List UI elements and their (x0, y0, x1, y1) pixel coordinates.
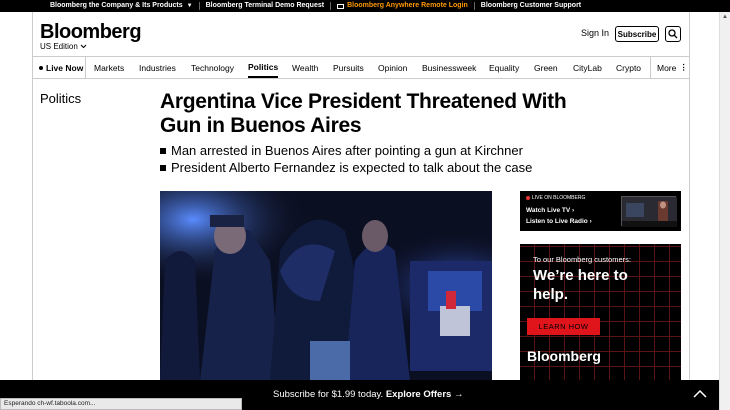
arrow-right-icon: → (453, 389, 464, 400)
bullet-square-icon (160, 164, 166, 171)
nav-item-technology[interactable]: Technology (191, 57, 234, 78)
advertisement-banner[interactable]: To our Bloomberg customers: We’re here t… (520, 244, 681, 381)
scroll-up-icon[interactable]: ▲ (722, 14, 728, 20)
utility-link-company[interactable]: Bloomberg the Company & Its Products ▼ (44, 2, 200, 10)
nav-item-more[interactable]: More ⋮ (657, 57, 688, 78)
summary-bullet: President Alberto Fernandez is expected … (160, 159, 532, 176)
live-on-bloomberg-widget: LIVE ON BLOOMBERG Watch Live TV › Listen… (520, 191, 681, 231)
sign-in-link[interactable]: Sign In (581, 28, 609, 38)
nav-item-citylab[interactable]: CityLab (573, 57, 602, 78)
summary-bullet: Man arrested in Buenos Aires after point… (160, 142, 532, 159)
article-photo (160, 191, 492, 381)
nav-item-pursuits[interactable]: Pursuits (333, 57, 364, 78)
nav-item-industries[interactable]: Industries (139, 57, 176, 78)
summary-bullet-text: Man arrested in Buenos Aires after point… (171, 143, 523, 158)
subscribe-button[interactable]: Subscribe (615, 26, 659, 42)
nav-item-equality[interactable]: Equality (489, 57, 519, 78)
nav-item-live-now[interactable]: Live Now (39, 57, 83, 78)
utility-link-support-label: Bloomberg Customer Support (480, 2, 582, 9)
utility-link-remote-login[interactable]: Bloomberg Anywhere Remote Login (331, 2, 475, 10)
utility-link-terminal-demo-label: Bloomberg Terminal Demo Request (205, 2, 325, 9)
live-tv-thumbnail[interactable] (621, 196, 677, 227)
chevron-down-icon: ▼ (186, 3, 193, 9)
nav-divider (650, 57, 651, 78)
bloomberg-logo[interactable]: Bloomberg (40, 21, 142, 44)
browser-status-bar: Esperando ch-wf.taboola.com... (0, 398, 242, 410)
main-nav: Live Now Markets Industries Technology P… (33, 56, 689, 79)
chevron-right-icon: › (572, 207, 575, 214)
chevron-down-icon (80, 44, 87, 49)
utility-link-company-label: Bloomberg the Company & Its Products (50, 2, 183, 9)
offer-text: Subscribe for $1.99 today. (273, 389, 384, 400)
live-tv-thumbnail-image (622, 197, 677, 227)
section-label[interactable]: Politics (40, 91, 81, 106)
chevron-right-icon: › (589, 218, 592, 225)
nav-item-more-label: More (657, 62, 677, 73)
utility-link-support[interactable]: Bloomberg Customer Support (475, 2, 587, 10)
utility-link-remote-login-label: Bloomberg Anywhere Remote Login (347, 2, 468, 9)
bullet-square-icon (160, 147, 166, 154)
monitor-icon (337, 3, 345, 9)
live-dot-icon (526, 196, 530, 200)
ad-headline: We’re here to help. (533, 267, 628, 303)
chevron-up-icon[interactable] (693, 389, 707, 399)
nav-item-markets[interactable]: Markets (94, 57, 124, 78)
scrollbar[interactable]: ▲ (719, 12, 730, 410)
more-dots-icon: ⋮ (679, 62, 688, 72)
article-summary: Man arrested in Buenos Aires after point… (160, 142, 532, 176)
nav-item-green[interactable]: Green (534, 57, 558, 78)
learn-how-button[interactable]: LEARN HOW (527, 318, 600, 335)
nav-item-politics[interactable]: Politics (248, 57, 279, 78)
nav-item-live-now-label: Live Now (46, 62, 84, 73)
nav-item-wealth[interactable]: Wealth (292, 57, 318, 78)
search-icon (668, 29, 678, 39)
live-dot-icon (39, 65, 43, 70)
ad-bloomberg-logo: Bloomberg (527, 348, 601, 364)
explore-offers-label: Explore Offers (385, 389, 452, 400)
summary-bullet-text: President Alberto Fernandez is expected … (171, 160, 533, 175)
offer-link[interactable]: Subscribe for $1.99 today. Explore Offer… (273, 389, 463, 400)
edition-label: US Edition (40, 42, 78, 51)
watch-live-tv-link[interactable]: Watch Live TV › (526, 207, 574, 214)
nav-item-crypto[interactable]: Crypto (616, 57, 641, 78)
utility-link-terminal-demo[interactable]: Bloomberg Terminal Demo Request (200, 2, 332, 10)
utility-bar: Bloomberg the Company & Its Products ▼ B… (0, 0, 730, 12)
edition-selector[interactable]: US Edition (40, 42, 87, 51)
nav-item-businessweek[interactable]: Businessweek (422, 57, 476, 78)
listen-live-radio-label: Listen to Live Radio (526, 218, 588, 225)
ad-intro: To our Bloomberg customers: (533, 255, 631, 264)
article-headline: Argentina Vice President Threatened With… (160, 90, 567, 137)
listen-live-radio-link[interactable]: Listen to Live Radio › (526, 218, 592, 225)
search-button[interactable] (665, 26, 681, 42)
article-photo-image (160, 191, 492, 381)
live-header: LIVE ON BLOOMBERG (526, 195, 585, 201)
live-header-label: LIVE ON BLOOMBERG (532, 195, 586, 201)
nav-divider (85, 57, 86, 78)
watch-live-tv-label: Watch Live TV (526, 207, 571, 214)
nav-item-opinion[interactable]: Opinion (378, 57, 407, 78)
